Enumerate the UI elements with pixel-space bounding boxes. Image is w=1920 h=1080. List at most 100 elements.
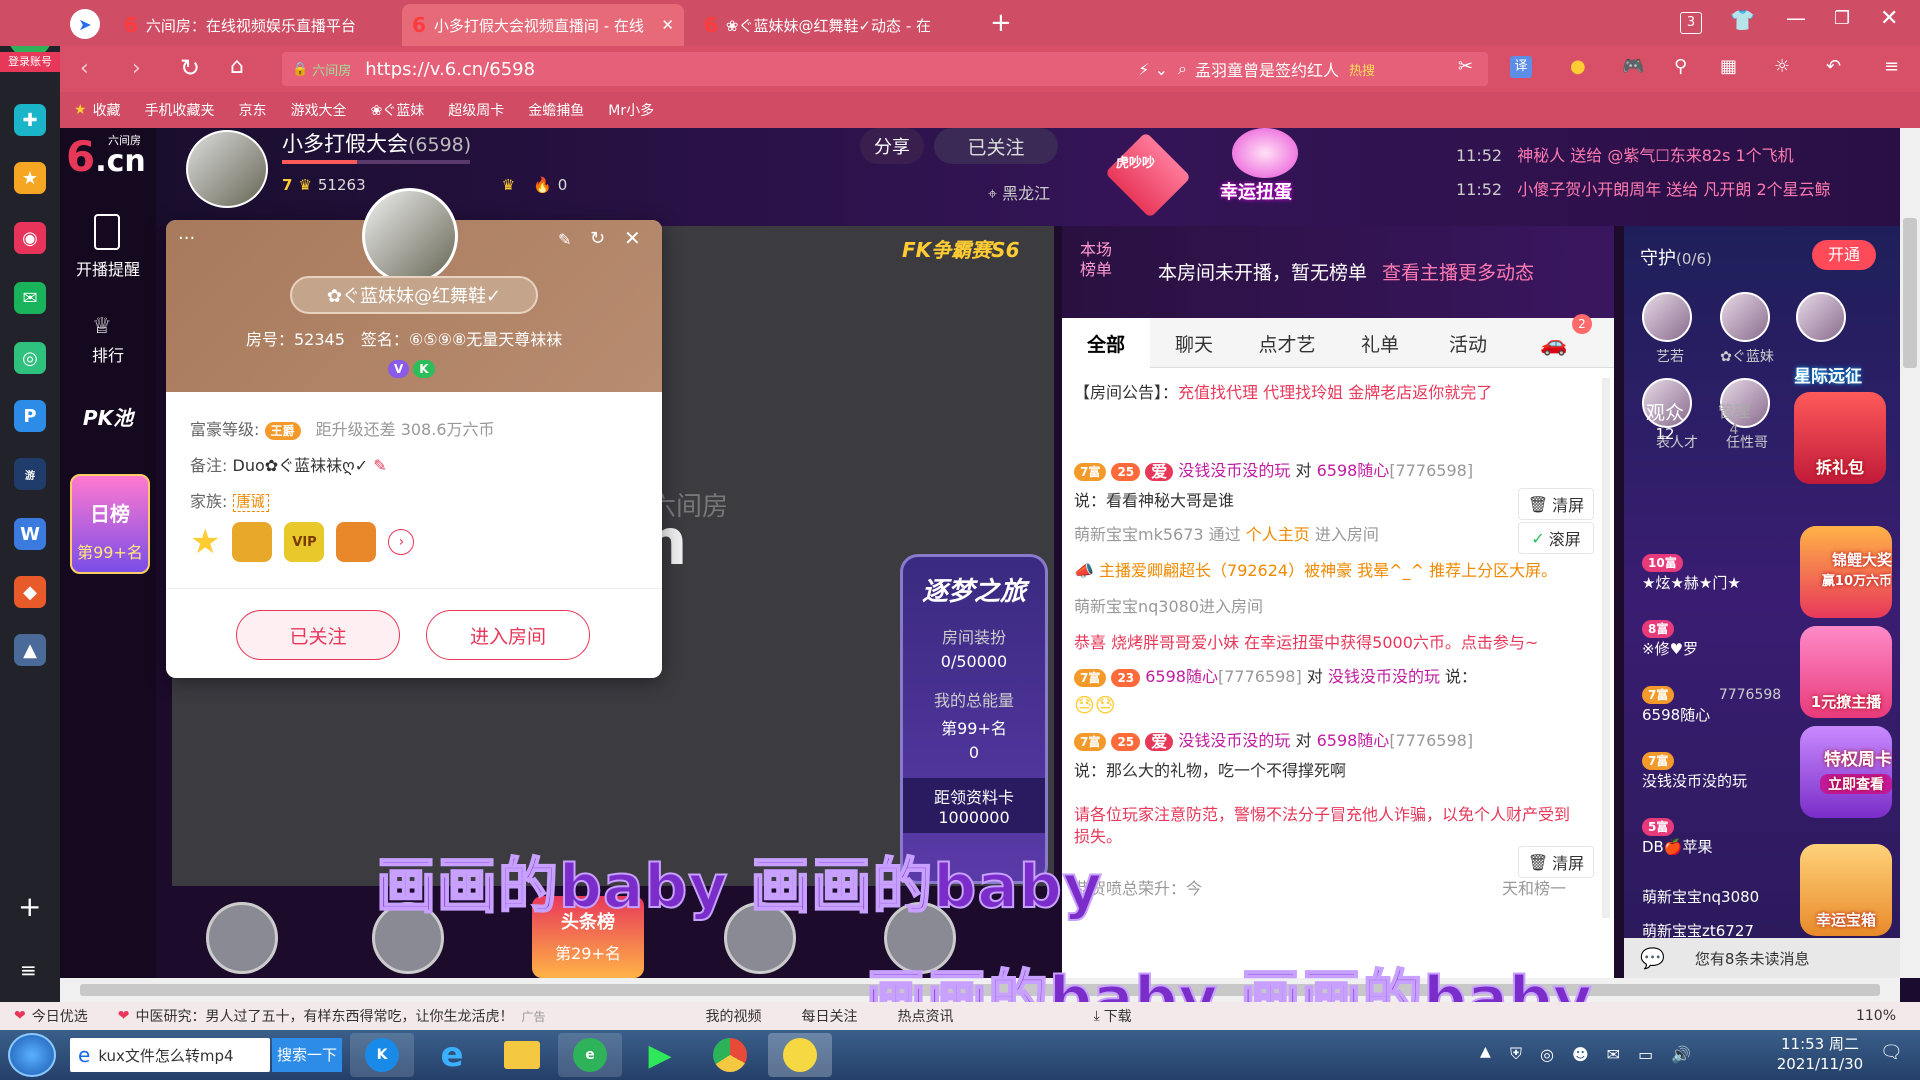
status-download[interactable]: 下载	[1104, 1006, 1132, 1026]
scissors-icon[interactable]: ✂	[1458, 56, 1473, 77]
more-medals-icon[interactable]: ›	[388, 529, 415, 555]
mail-icon[interactable]: ✉	[14, 282, 46, 314]
clear-screen-button-2[interactable]: 🗑 清屏	[1518, 846, 1594, 878]
lucky-egg-icon[interactable]	[1232, 128, 1298, 178]
grid-icon[interactable]: ▦	[1720, 56, 1737, 77]
privilege-card-button[interactable]: 特权周卡 立即查看	[1800, 726, 1892, 818]
rank-more-link[interactable]: 查看主播更多动态	[1382, 258, 1534, 285]
network-app-icon[interactable]: ◎	[1540, 1045, 1554, 1064]
battery-icon[interactable]: ▭	[1638, 1045, 1653, 1064]
chrome-taskbar-icon[interactable]	[698, 1033, 762, 1077]
congrats-message[interactable]: 恭喜 烧烤胖哥哥爱小妹 在幸运扭蛋中获得5000六币。点击参与~	[1074, 632, 1538, 654]
followed-user-button[interactable]: 已关注	[236, 610, 400, 660]
edit-remark-icon[interactable]: ✎	[373, 456, 386, 475]
nav-live-reminder[interactable]: 开播提醒	[60, 256, 156, 280]
fav-item[interactable]: 京东	[239, 100, 267, 120]
chat-sender[interactable]: 没钱没币没的玩	[1178, 461, 1290, 480]
daily-rank-card[interactable]: 日榜 第99+名	[70, 474, 150, 574]
guard-avatar[interactable]	[1642, 292, 1692, 342]
main-menu-icon[interactable]: ≡	[1884, 56, 1899, 77]
streamer-avatar[interactable]	[186, 130, 268, 208]
player-taskbar-icon[interactable]: ▶	[628, 1033, 692, 1077]
user-avatar[interactable]	[362, 188, 458, 284]
tab-3[interactable]: 6 ❀ぐ蓝妹妹@红舞鞋✓动态 - 在	[694, 4, 976, 46]
app-taskbar-icon[interactable]	[768, 1033, 832, 1077]
audience-item[interactable]: 7富 没钱没币没的玩	[1642, 752, 1802, 791]
fav-item[interactable]: 游戏大全	[291, 100, 347, 120]
dream-journey-panel[interactable]: 逐梦之旅 房间装扮 0/50000 我的总能量 第99+名 0 距领资料卡 100…	[900, 554, 1048, 884]
audience-item[interactable]: 10富 ★炫★赫★门★	[1642, 554, 1782, 593]
admin-tab[interactable]: 管理 4	[1718, 398, 1750, 438]
one-yuan-button[interactable]: 1元撩主播	[1800, 626, 1892, 718]
star-expedition-label[interactable]: 星际远征	[1794, 362, 1862, 387]
coin-icon[interactable]: ●	[1570, 56, 1586, 77]
game2-app-icon[interactable]: ◆	[14, 576, 46, 608]
gift-pack-button[interactable]: 拆礼包	[1794, 392, 1886, 484]
audience-item[interactable]: 5富 DB🍎苹果	[1642, 818, 1802, 857]
star-favorite-icon[interactable]: ★	[14, 162, 46, 194]
search-field[interactable]: ⌕ 孟羽童曾是签约红人 热搜	[1168, 52, 1488, 86]
chat-scrollbar[interactable]	[1602, 378, 1610, 918]
game3-app-icon[interactable]: ▲	[14, 634, 46, 666]
volume-icon[interactable]: 🔊	[1671, 1045, 1691, 1064]
tiger-heart-icon[interactable]	[1104, 131, 1192, 219]
koi-prize-button[interactable]: 锦鲤大奖 赢10万六币	[1800, 526, 1892, 618]
guard-avatar[interactable]	[1796, 292, 1846, 342]
nav-ranking[interactable]: 排行	[60, 342, 156, 366]
tray-up-icon[interactable]: ▲	[1480, 1044, 1491, 1060]
lucky-box-button[interactable]: 幸运宝箱	[1800, 844, 1892, 936]
chat-tray-icon[interactable]: ✉	[1607, 1045, 1620, 1064]
kuaibo-taskbar-icon[interactable]: K	[350, 1033, 414, 1077]
minimize-icon[interactable]: —	[1786, 6, 1806, 30]
car-icon[interactable]: 🚗	[1540, 332, 1567, 357]
add-app-icon[interactable]: +	[18, 890, 41, 923]
plus-app-icon[interactable]: ✚	[14, 104, 46, 136]
audience-item[interactable]: 萌新宝宝nq3080	[1642, 886, 1802, 907]
new-tab-icon[interactable]: +	[990, 8, 1012, 38]
chat-sender[interactable]: 6598随心	[1145, 667, 1218, 686]
close-popup-icon[interactable]: ✕	[624, 226, 641, 250]
gamepad-icon[interactable]: 🎮	[1622, 56, 1644, 77]
taskbar-search-button[interactable]: 搜索一下	[272, 1038, 342, 1072]
fav-item[interactable]: 金蟾捕鱼	[528, 100, 584, 120]
status-today-pick[interactable]: 今日优选	[32, 1006, 88, 1026]
chat-receiver[interactable]: 没钱没币没的玩	[1328, 667, 1440, 686]
chat-tab-talent[interactable]: 点才艺	[1238, 318, 1336, 368]
page-scrollbar[interactable]	[1900, 128, 1920, 978]
share-button[interactable]: 分享	[860, 128, 924, 164]
back-icon[interactable]: ‹	[80, 56, 89, 81]
tab-1[interactable]: 6 六间房：在线视频娱乐直播平台	[114, 4, 396, 46]
login-button[interactable]: 登录账号	[0, 52, 60, 72]
unread-bar[interactable]: 💬 您有8条未读消息	[1624, 938, 1900, 978]
status-my-video[interactable]: 我的视频	[705, 1006, 761, 1026]
refresh-icon[interactable]: ↻	[590, 228, 605, 249]
clock[interactable]: 11:53 周二 2021/11/30	[1760, 1034, 1880, 1074]
status-hot-news[interactable]: 热点资讯	[897, 1006, 953, 1026]
chat-app-icon[interactable]: ◎	[14, 342, 46, 374]
chat-tab-chat[interactable]: 聊天	[1150, 318, 1238, 368]
phone-icon[interactable]	[94, 214, 120, 250]
qq-icon[interactable]: ☻	[1572, 1045, 1589, 1064]
chat-tab-all[interactable]: 全部	[1062, 318, 1150, 368]
audience-item[interactable]: 7富 7776598 6598随心	[1642, 686, 1802, 725]
find-icon[interactable]: ⚲	[1674, 56, 1687, 77]
fk-badge[interactable]: FK争霸赛S6	[902, 234, 1019, 263]
menu-list-icon[interactable]: ≡	[20, 958, 37, 982]
translate-icon[interactable]: 译	[1510, 56, 1532, 78]
fav-item[interactable]: 超级周卡	[448, 100, 504, 120]
rank-tag[interactable]: 本场榜单	[1080, 240, 1120, 280]
taskbar-search-field[interactable]: e kux文件怎么转mp4	[70, 1038, 270, 1072]
followed-button[interactable]: 已关注	[934, 128, 1058, 164]
shirt-skin-icon[interactable]: 👕	[1730, 8, 1755, 32]
undo-icon[interactable]: ↶	[1826, 56, 1841, 77]
lucky-egg-label[interactable]: 幸运扭蛋	[1220, 178, 1292, 204]
chat-sender[interactable]: 没钱没币没的玩	[1178, 731, 1290, 750]
close-window-icon[interactable]: ✕	[1880, 6, 1898, 31]
fav-item[interactable]: 收藏	[93, 100, 121, 120]
url-field[interactable]: 🔒 六间房 https://v.6.cn/6598 ⚡ ⌄	[282, 52, 1182, 86]
fav-item[interactable]: 手机收藏夹	[145, 100, 215, 120]
chat-tab-gifts[interactable]: 礼单	[1336, 318, 1424, 368]
more-icon[interactable]: ···	[178, 228, 195, 249]
shield-icon[interactable]: ⛨	[1510, 1044, 1522, 1064]
edit-icon[interactable]: ✎	[558, 230, 571, 249]
